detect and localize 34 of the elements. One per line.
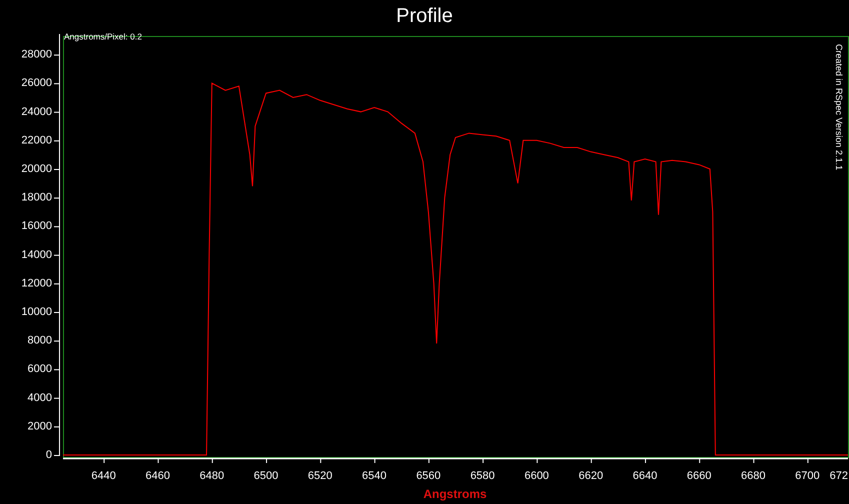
x-tick-label: 6620 [578,470,604,482]
x-tick-label: 6440 [91,470,116,482]
x-axis-title: Angstroms [423,487,487,501]
x-tick-label: 6480 [200,470,224,482]
x-tick-label: 6560 [416,470,441,482]
x-tick-label: 6460 [146,470,170,482]
y-tick-label: 16000 [21,220,52,232]
dispersion-label: Angstroms/Pixel: 0.2 [64,32,142,42]
y-tick-label: 18000 [21,192,52,204]
y-tick-label: 10000 [21,306,52,318]
y-tick-label: 0 [46,449,52,461]
x-tick-label: 6600 [524,470,549,482]
x-tick-label: 6700 [795,470,820,482]
y-tick-label: 14000 [21,248,52,261]
y-tick-label: 26000 [21,77,52,90]
x-tick-label: 6680 [741,470,766,482]
x-tick-label: 672 [830,470,848,482]
credit-text: Created in RSpec Version 2.1.1 [834,44,844,170]
y-tick-label: 28000 [21,48,52,61]
x-tick-label: 6640 [632,470,658,482]
y-tick-label: 6000 [28,363,52,376]
y-tick-label: 12000 [21,277,52,290]
x-tick-label: 6660 [686,470,712,482]
chart-title: Profile [396,4,453,29]
x-tick-label: 6520 [308,470,332,482]
x-tick-label: 6500 [254,470,278,482]
y-tick-label: 4000 [28,392,52,404]
y-tick-label: 20000 [21,163,52,175]
x-tick-label: 6540 [362,470,387,482]
y-tick-label: 8000 [28,334,52,347]
y-tick-label: 24000 [21,106,52,118]
y-tick-label: 22000 [21,134,52,146]
y-tick-label: 2000 [28,420,52,432]
x-tick-label: 6580 [470,470,495,482]
